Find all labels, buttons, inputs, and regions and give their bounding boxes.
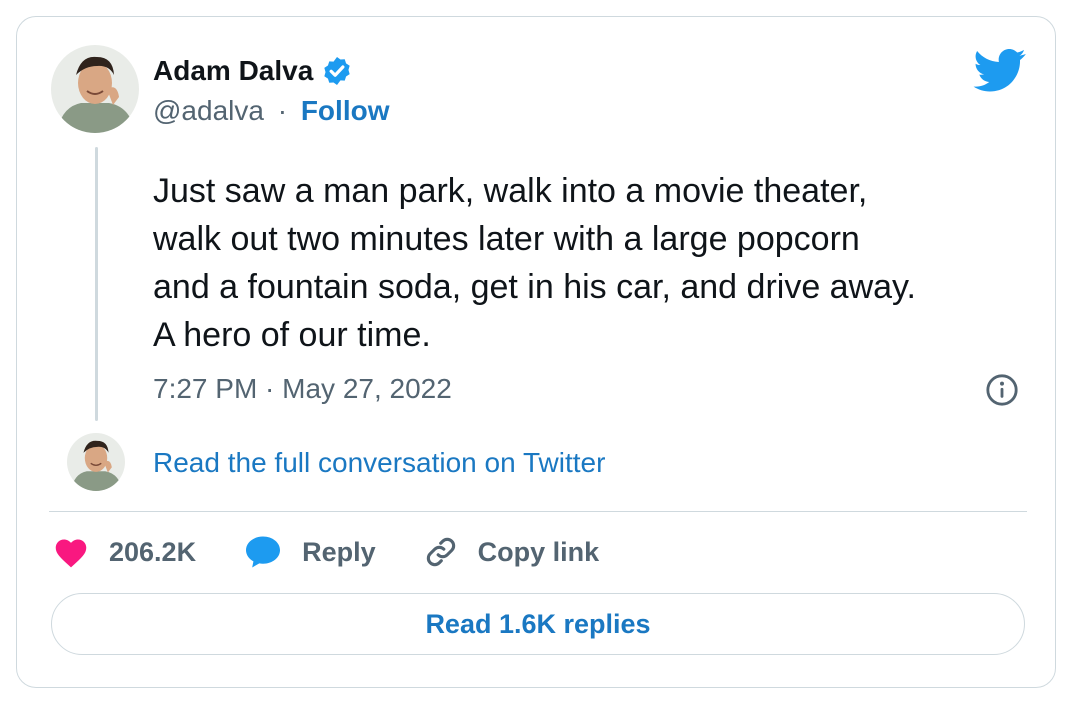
copy-link-button[interactable]: Copy link [424, 535, 600, 569]
author-handle[interactable]: @adalva [153, 95, 264, 126]
author-avatar[interactable] [51, 45, 139, 133]
tweet-timestamp[interactable]: 7:27 PM · May 27, 2022 [153, 373, 452, 405]
read-replies-label: Read 1.6K replies [425, 608, 651, 639]
follow-link[interactable]: Follow [301, 95, 390, 126]
reply-bubble-icon [246, 536, 281, 568]
divider [49, 511, 1027, 512]
reply-label: Reply [302, 536, 376, 567]
author-avatar-small[interactable] [67, 433, 125, 491]
like-button[interactable]: 206.2K [53, 536, 196, 568]
read-conversation-link[interactable]: Read the full conversation on Twitter [153, 447, 605, 479]
like-count: 206.2K [109, 536, 197, 567]
tweet-card: Adam Dalva @adalva · Follow Just saw a m… [16, 16, 1056, 688]
twitter-bird-icon[interactable] [973, 49, 1027, 93]
copy-link-label: Copy link [477, 536, 600, 567]
thread-line [95, 147, 98, 421]
handle-separator: · [277, 95, 288, 126]
read-replies-button[interactable]: Read 1.6K replies [51, 593, 1025, 655]
tweet-text: Just saw a man park, walk into a movie t… [153, 172, 916, 354]
info-icon[interactable] [985, 373, 1019, 407]
author-name-row[interactable]: Adam Dalva [153, 55, 353, 87]
link-icon [426, 537, 455, 567]
author-handle-row: @adalva · Follow [153, 95, 389, 127]
action-bar: 206.2K Reply Copy link [53, 535, 647, 569]
verified-badge-icon [324, 57, 350, 85]
reply-button[interactable]: Reply [244, 535, 376, 569]
author-name[interactable]: Adam Dalva [153, 55, 313, 87]
heart-icon [55, 539, 87, 568]
